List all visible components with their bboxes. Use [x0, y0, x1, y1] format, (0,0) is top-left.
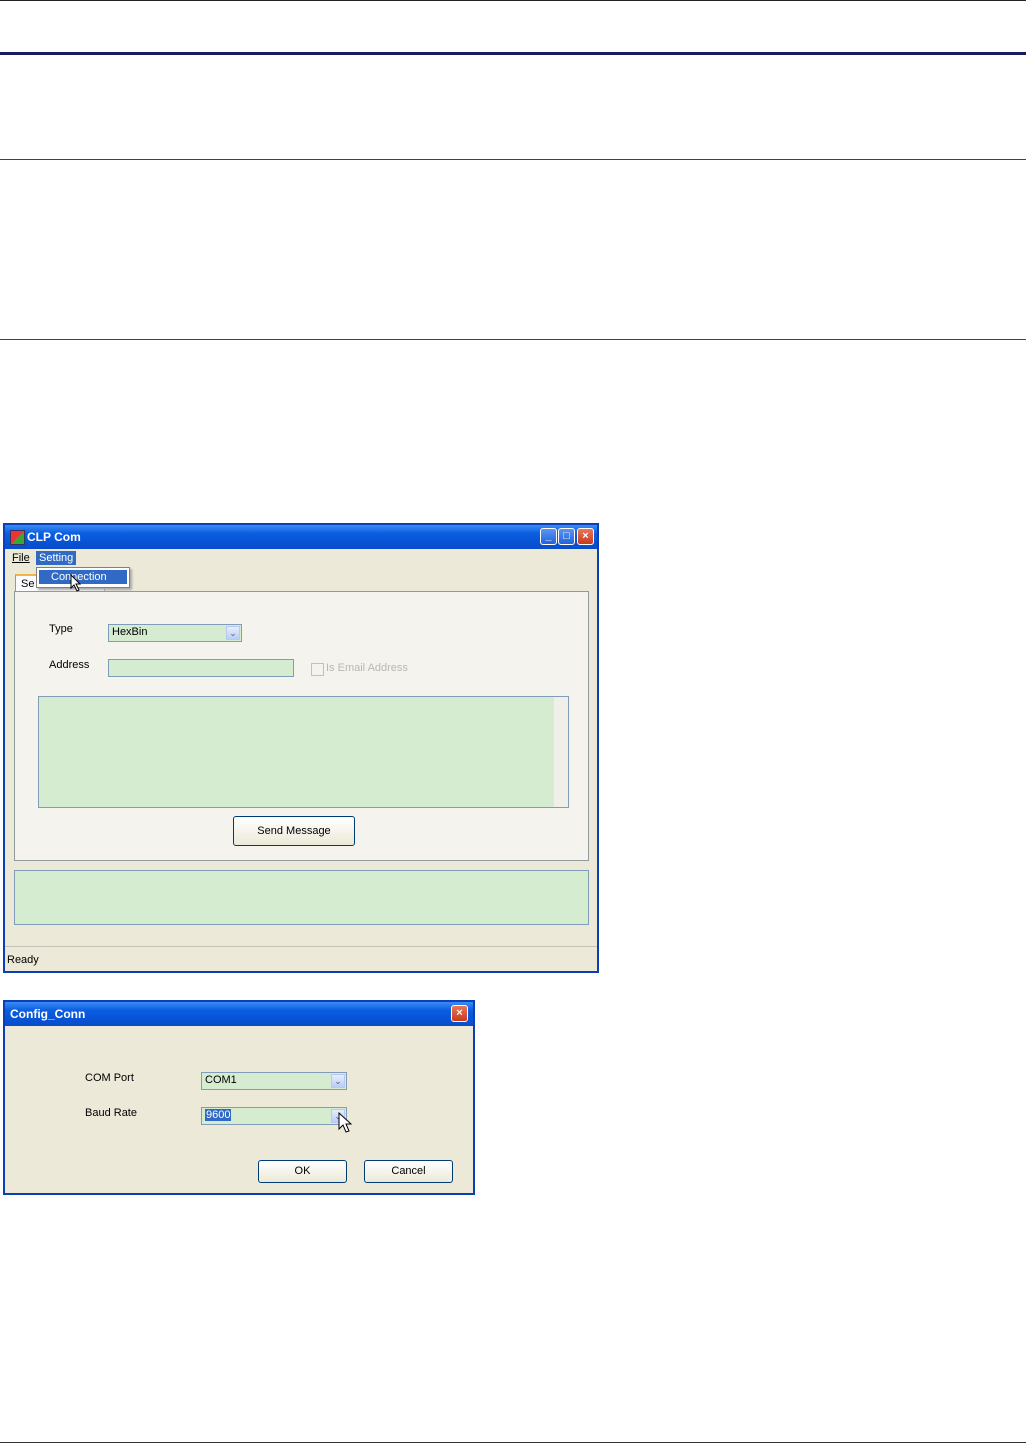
type-value: HexBin: [112, 626, 148, 638]
menu-file[interactable]: File: [9, 551, 33, 565]
status-text: Ready: [7, 954, 39, 966]
dialog-close-button[interactable]: ×: [451, 1005, 468, 1022]
textarea-scrollbar[interactable]: [553, 697, 568, 807]
address-input[interactable]: [108, 659, 294, 677]
baud-rate-label: Baud Rate: [85, 1107, 137, 1119]
output-area: [14, 870, 589, 925]
close-button[interactable]: ×: [577, 528, 594, 545]
header-rule: [0, 52, 1026, 55]
chevron-down-icon[interactable]: ⌄: [331, 1074, 345, 1088]
dialog-title-bar[interactable]: Config_Conn ×: [5, 1002, 473, 1026]
ok-button[interactable]: OK: [258, 1160, 347, 1183]
minimize-button[interactable]: _: [540, 528, 557, 545]
message-textarea[interactable]: [38, 696, 569, 808]
baud-rate-value: 9600: [205, 1109, 232, 1121]
setting-dropdown: Connection: [36, 567, 130, 588]
mouse-pointer-icon: [70, 574, 82, 592]
section-divider: [0, 159, 1026, 160]
com-port-label: COM Port: [85, 1072, 134, 1084]
window-title: CLP Com: [27, 530, 81, 544]
chevron-down-icon[interactable]: ⌄: [226, 626, 240, 640]
top-rule: [0, 0, 1026, 1]
clp-com-window: CLP Com _ □ × File Setting Se Type HexBi…: [3, 523, 599, 973]
statusbar-divider: [5, 946, 597, 947]
menu-bar: File Setting: [5, 549, 597, 567]
send-message-button[interactable]: Send Message: [233, 816, 355, 846]
title-bar[interactable]: CLP Com _ □ ×: [5, 525, 597, 549]
com-port-value: COM1: [205, 1074, 237, 1086]
cancel-button[interactable]: Cancel: [364, 1160, 453, 1183]
menu-setting[interactable]: Setting: [36, 551, 77, 565]
baud-rate-combobox[interactable]: 9600 ⌄: [201, 1107, 347, 1125]
type-combobox[interactable]: HexBin ⌄: [108, 624, 242, 642]
type-label: Type: [49, 623, 73, 635]
email-checkbox-label: Is Email Address: [326, 662, 408, 674]
config-conn-dialog: Config_Conn × COM Port COM1 ⌄ Baud Rate …: [3, 1000, 475, 1195]
send-panel: Type HexBin ⌄ Address Is Email Address S…: [14, 591, 589, 861]
com-port-combobox[interactable]: COM1 ⌄: [201, 1072, 347, 1090]
tab-label: Se: [21, 578, 35, 590]
dialog-title: Config_Conn: [10, 1007, 86, 1021]
email-checkbox[interactable]: [311, 663, 324, 676]
section-divider: [0, 339, 1026, 340]
address-label: Address: [49, 659, 90, 671]
mouse-pointer-icon: [338, 1112, 352, 1133]
menu-item-connection[interactable]: Connection: [39, 570, 127, 584]
maximize-button[interactable]: □: [558, 528, 575, 545]
app-icon: [10, 530, 25, 545]
footer-rule: [0, 1442, 1026, 1443]
